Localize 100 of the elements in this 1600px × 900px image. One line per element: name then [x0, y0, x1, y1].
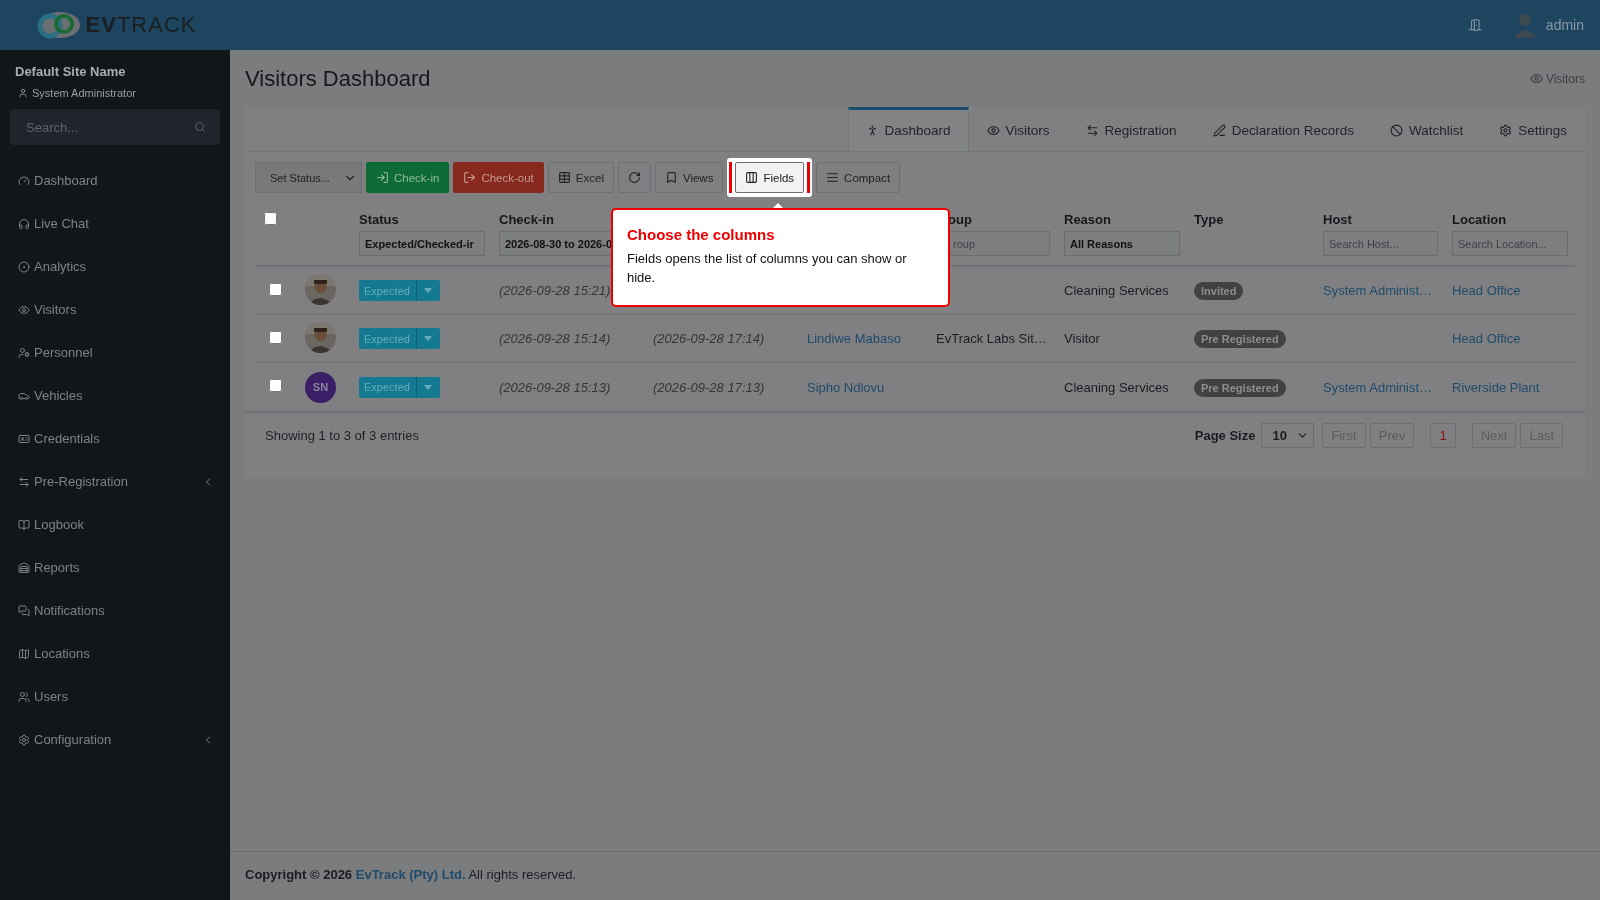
- table-cell: Cleaning Services: [1064, 283, 1169, 298]
- date-text: (2026-09-28 15:13): [499, 379, 611, 395]
- breadcrumb-link[interactable]: Visitors: [1545, 71, 1585, 86]
- site-name: Default Site Name: [14, 64, 127, 79]
- tab[interactable]: Watchlist: [1371, 107, 1482, 151]
- table-link[interactable]: Riverside Plant: [1452, 379, 1540, 395]
- excel-button[interactable]: Excel: [547, 162, 614, 193]
- row-checkbox[interactable]: [269, 282, 282, 296]
- settings-icon: [1499, 124, 1513, 137]
- sidebar-item[interactable]: Pre-Registration: [10, 460, 220, 503]
- logout-icon: [463, 171, 477, 184]
- filter-field[interactable]: Search Host...: [1323, 231, 1438, 256]
- headset-icon: [18, 217, 30, 230]
- eye-icon: [1529, 72, 1543, 85]
- table-cell: EvTrack Labs Sit…: [936, 331, 1047, 346]
- user-role: System Administrator: [32, 87, 136, 99]
- column-header[interactable]: Type: [1194, 212, 1309, 227]
- door-icon[interactable]: [1467, 18, 1482, 32]
- date-text: (2026-09-28 15:14): [499, 331, 611, 346]
- tab[interactable]: Settings: [1481, 107, 1585, 151]
- page-title: Visitors Dashboard: [245, 65, 431, 92]
- checkout-button[interactable]: Check-out: [453, 162, 544, 193]
- tab[interactable]: Visitors: [968, 107, 1068, 151]
- fields-button[interactable]: Fields: [735, 162, 805, 193]
- sidebar-item[interactable]: Reports: [10, 546, 220, 589]
- filter-select[interactable]: All Reasons: [1064, 231, 1180, 256]
- sidebar-item[interactable]: Locations: [10, 632, 220, 675]
- caret-icon: [424, 336, 433, 341]
- compact-button[interactable]: Compact: [816, 162, 901, 193]
- house-icon: [18, 561, 30, 574]
- logo-text: EVTRACK: [85, 12, 197, 38]
- username[interactable]: admin: [1545, 17, 1584, 33]
- chat-icon: [18, 604, 30, 617]
- date-text: (2026-09-28 17:14): [653, 331, 765, 346]
- users-icon: [18, 690, 30, 703]
- blocked-icon: [1389, 124, 1403, 137]
- select-all-checkbox[interactable]: [264, 212, 277, 225]
- company-link[interactable]: EvTrack (Pty) Ltd.: [355, 866, 466, 882]
- table-link[interactable]: Sipho Ndlovu: [807, 379, 885, 395]
- eye-icon: [986, 124, 1000, 137]
- sidebar-item[interactable]: Live Chat: [10, 202, 220, 245]
- date-text: (2026-09-28 17:13): [653, 379, 765, 395]
- sidebar-item[interactable]: Analytics: [10, 245, 220, 288]
- lines-icon: [826, 171, 840, 184]
- copyright-text: Copyright © 2026 EvTrack (Pty) Ltd. All rights reserved.: [245, 866, 577, 882]
- login-icon: [376, 171, 389, 184]
- sidebar-item[interactable]: Configuration: [10, 718, 220, 761]
- filter-select[interactable]: Expected/Checked-ir: [359, 231, 485, 256]
- sidebar-item[interactable]: Users: [10, 675, 220, 718]
- caret-icon: [424, 288, 433, 293]
- bookmark-icon: [664, 171, 678, 184]
- user-icon: [18, 88, 28, 98]
- status-select[interactable]: Set Status...: [255, 162, 362, 193]
- page-size-label: Page Size: [1194, 428, 1256, 443]
- date-text: (2026-09-28 15:21): [499, 283, 611, 298]
- checkin-button[interactable]: Check-in: [366, 162, 450, 193]
- page-size-select[interactable]: 10: [1261, 423, 1315, 448]
- table-link[interactable]: Lindiwe Mabaso: [807, 331, 901, 346]
- type-badge: Invited: [1194, 282, 1244, 300]
- table-cell: Visitor: [1064, 331, 1100, 346]
- refresh-icon: [627, 171, 641, 184]
- table-link[interactable]: Head Office: [1452, 331, 1521, 346]
- views-button[interactable]: Views: [654, 162, 724, 193]
- sidebar-item[interactable]: Dashboard: [10, 159, 220, 202]
- type-badge: Pre Registered: [1194, 330, 1286, 348]
- sidebar-item[interactable]: Personnel: [10, 331, 220, 374]
- id-card-icon: [18, 432, 30, 445]
- pen-icon: [1212, 124, 1226, 137]
- table-link[interactable]: Head Office: [1452, 283, 1521, 298]
- column-header[interactable]: Host: [1323, 212, 1438, 227]
- settings-icon: [18, 733, 30, 746]
- tab[interactable]: Registration: [1067, 107, 1195, 151]
- table-icon: [557, 171, 571, 184]
- tab[interactable]: Declaration Records: [1194, 107, 1372, 151]
- target-icon: [18, 260, 30, 273]
- table-link[interactable]: System Administ…: [1323, 283, 1433, 298]
- column-header[interactable]: Status: [359, 212, 485, 227]
- row-checkbox[interactable]: [269, 330, 282, 344]
- column-header[interactable]: Location: [1452, 212, 1568, 227]
- sidebar-item[interactable]: Visitors: [10, 288, 220, 331]
- refresh-button[interactable]: [617, 162, 651, 193]
- sidebar-item[interactable]: Credentials: [10, 417, 220, 460]
- sidebar-item[interactable]: Vehicles: [10, 374, 220, 417]
- column-header[interactable]: Reason: [1064, 212, 1180, 227]
- search-icon: [194, 121, 206, 133]
- eye-icon: [18, 303, 30, 316]
- sidebar-search-field[interactable]: Search...: [24, 118, 164, 136]
- user-gear-icon: [18, 346, 30, 359]
- table-cell: Cleaning Services: [1064, 379, 1169, 395]
- row-checkbox[interactable]: [269, 379, 282, 392]
- page-button[interactable]: 1: [1430, 423, 1456, 448]
- type-badge: Pre Registered: [1194, 378, 1286, 397]
- entries-summary: Showing 1 to 3 of 3 entries: [265, 428, 419, 443]
- sidebar-item[interactable]: Logbook: [10, 503, 220, 546]
- book-icon: [18, 518, 30, 531]
- tab[interactable]: Dashboard: [847, 107, 969, 151]
- filter-field[interactable]: Search Location...: [1452, 231, 1568, 256]
- table-link[interactable]: System Administ…: [1323, 379, 1433, 395]
- sidebar-item[interactable]: Notifications: [10, 589, 220, 632]
- sidebar-search-box[interactable]: Search...: [10, 109, 220, 145]
